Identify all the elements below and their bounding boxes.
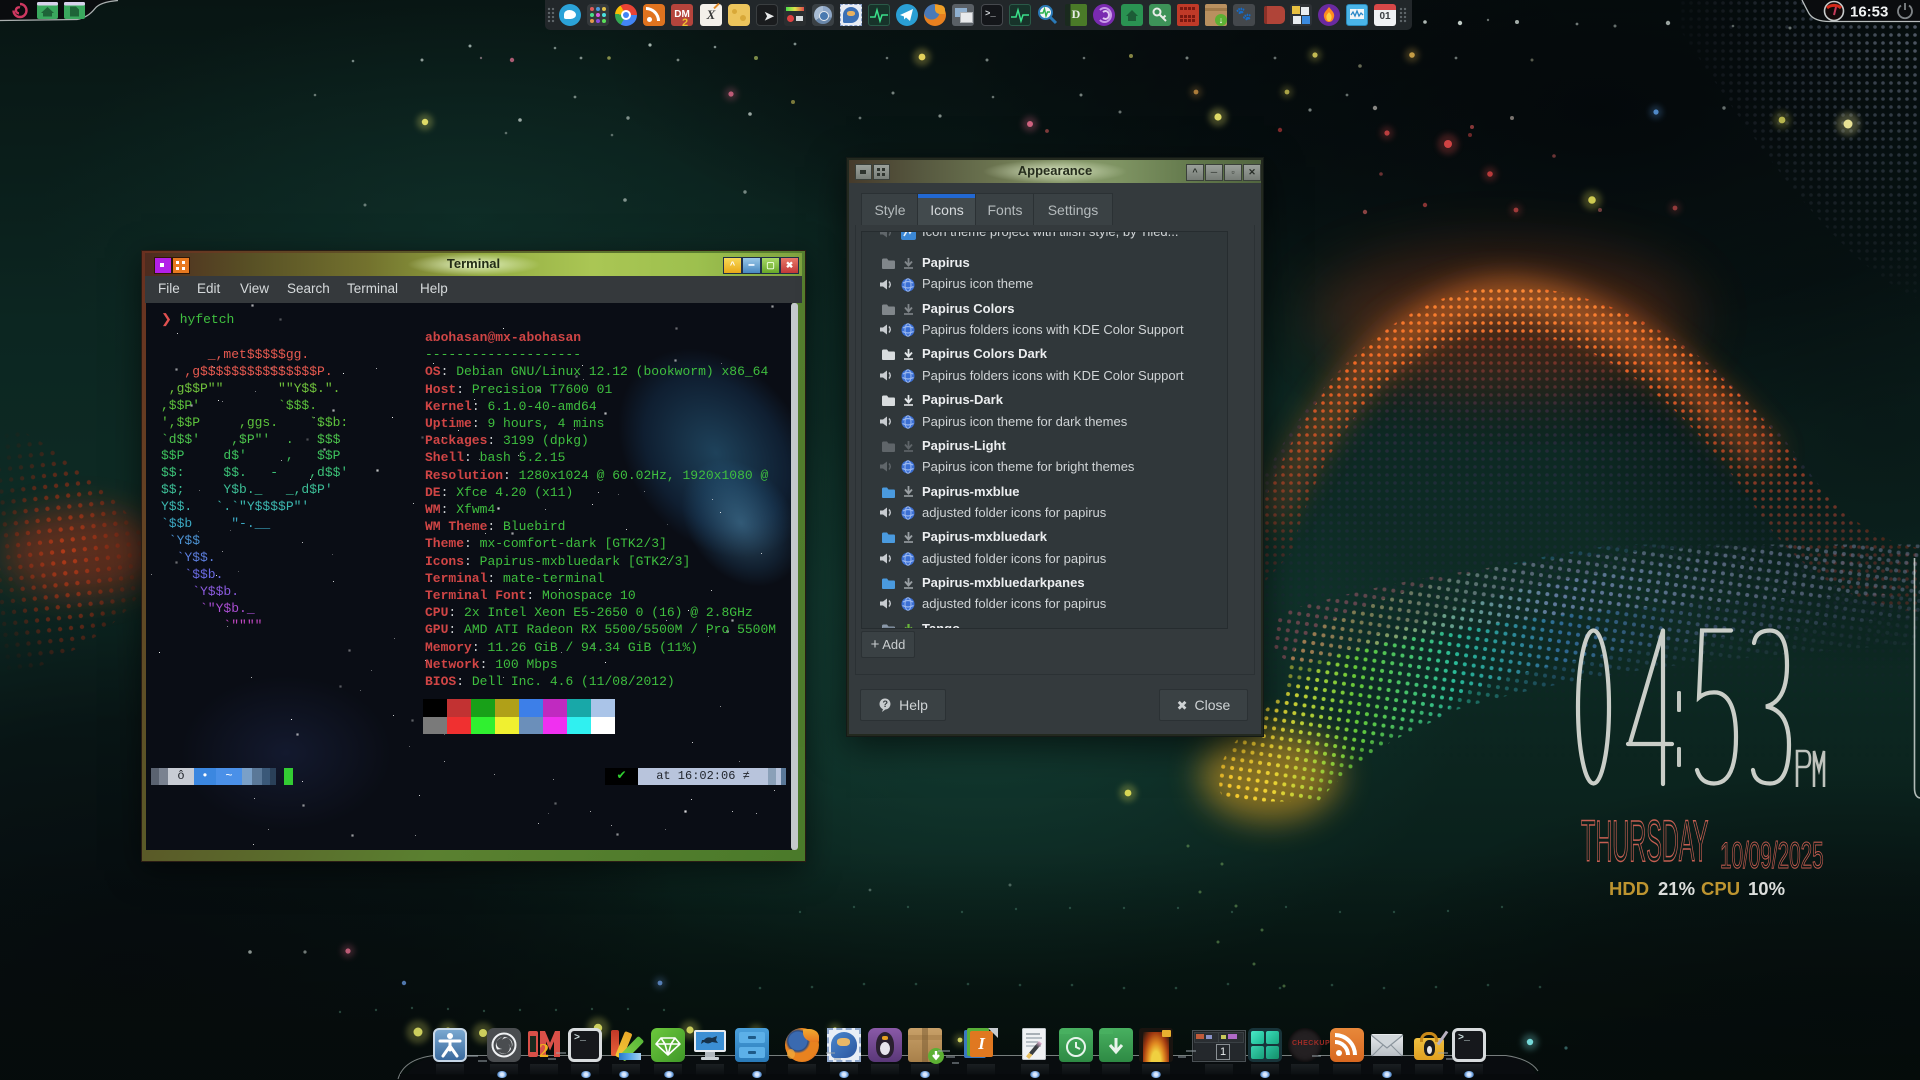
svg-text:THURSDAY: THURSDAY [1581, 810, 1708, 874]
svg-text:10%: 10% [1748, 878, 1785, 899]
svg-text:CPU: CPU [1701, 878, 1740, 899]
svg-text:16:53: 16:53 [1850, 4, 1888, 21]
svg-text:10/09/2025: 10/09/2025 [1720, 836, 1824, 877]
svg-text:HDD: HDD [1609, 878, 1649, 899]
svg-text:?: ? [883, 699, 889, 709]
svg-text:21%: 21% [1658, 878, 1695, 899]
